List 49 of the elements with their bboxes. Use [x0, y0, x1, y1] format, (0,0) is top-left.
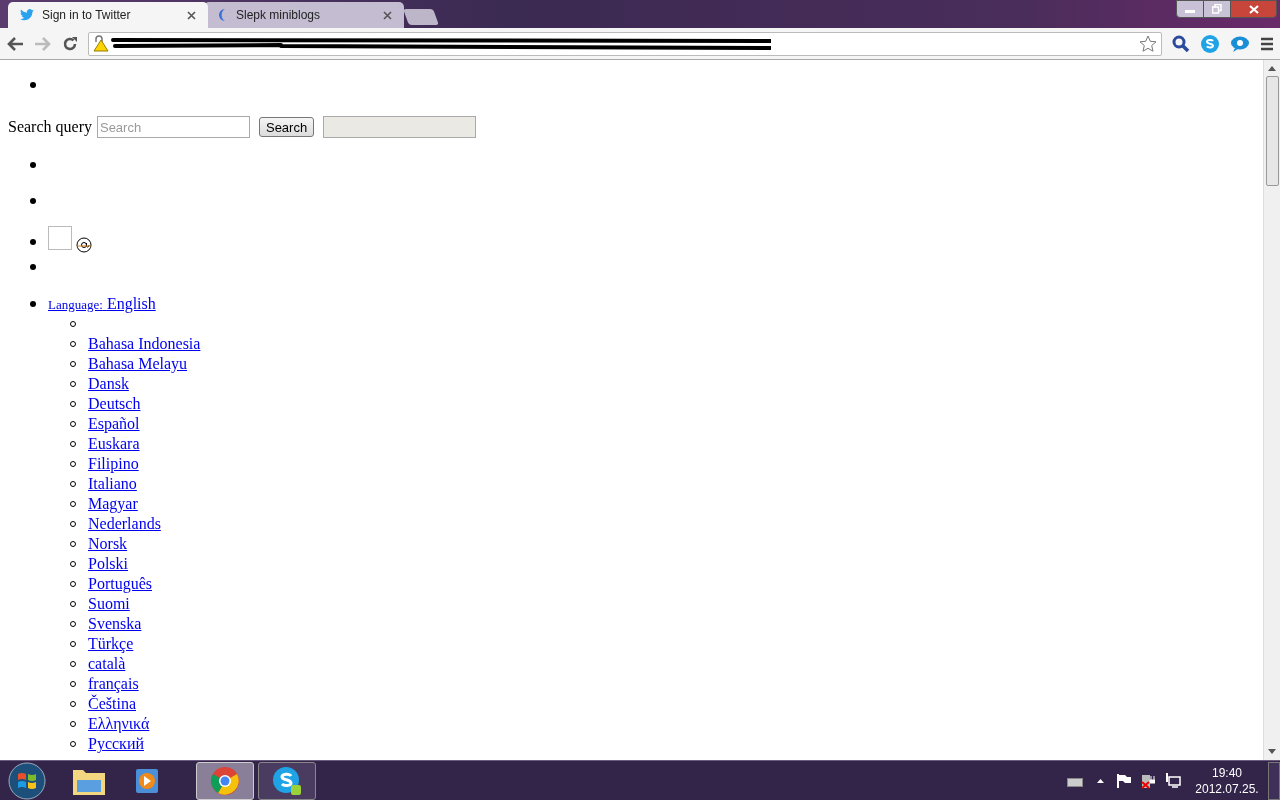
menu-icon[interactable]	[1260, 36, 1274, 51]
restore-icon	[1212, 4, 1222, 14]
close-icon[interactable]	[187, 10, 196, 20]
power-plug-icon[interactable]	[1141, 772, 1155, 789]
bullet-icon	[30, 239, 36, 245]
reload-icon[interactable]	[62, 35, 78, 52]
bird-icon	[20, 9, 34, 21]
address-bar[interactable]	[88, 31, 1162, 56]
tab-title: Sign in to Twitter	[42, 7, 132, 24]
bullet-icon	[30, 82, 36, 88]
taskbar-button[interactable]	[196, 761, 254, 800]
clock-time: 19:40	[1212, 764, 1242, 781]
scrollbar[interactable]	[1263, 60, 1280, 760]
skype-icon	[272, 765, 302, 796]
close-button[interactable]	[1230, 0, 1277, 18]
clock-date: 2012.07.25.	[1195, 780, 1259, 797]
chat-bubble-icon[interactable]	[1230, 34, 1250, 53]
close-icon	[1248, 4, 1259, 14]
start-button-icon[interactable]	[8, 761, 46, 800]
back-icon[interactable]	[6, 35, 24, 52]
image-placeholder	[48, 226, 72, 250]
minimize-button[interactable]	[1176, 0, 1204, 18]
bullet-icon	[30, 264, 36, 270]
language-link[interactable]: Language: English	[48, 292, 156, 316]
bullet-icon	[30, 162, 36, 168]
scrollbar-thumb[interactable]	[1265, 76, 1279, 186]
magnifier-icon[interactable]	[1172, 34, 1190, 53]
tab-title: Slepk miniblogs	[236, 7, 322, 24]
bullet-icon	[30, 301, 36, 307]
taskbar-button[interactable]	[258, 761, 316, 800]
scroll-up-icon[interactable]	[1268, 66, 1276, 71]
expand-tray-icon[interactable]	[1097, 778, 1104, 783]
close-icon[interactable]	[383, 10, 392, 20]
star-icon[interactable]	[1139, 34, 1157, 53]
maximize-button[interactable]	[1204, 0, 1230, 18]
chrome-icon	[210, 765, 240, 796]
search-button[interactable]: Search	[258, 117, 315, 137]
show-desktop-button[interactable]	[1268, 761, 1280, 800]
new-tab-button[interactable]	[403, 9, 439, 25]
flag-icon[interactable]	[1117, 773, 1131, 788]
scroll-down-icon[interactable]	[1268, 749, 1276, 754]
network-icon[interactable]	[1165, 773, 1181, 788]
minimize-icon	[1185, 10, 1195, 13]
browser-tab[interactable]: Sign in to Twitter	[8, 2, 208, 28]
search-label: Search query	[8, 117, 92, 138]
skype-icon[interactable]	[1200, 33, 1220, 54]
warning-lock-icon	[93, 35, 109, 52]
search-field[interactable]: Search	[96, 116, 250, 138]
bullet-icon	[30, 198, 36, 204]
